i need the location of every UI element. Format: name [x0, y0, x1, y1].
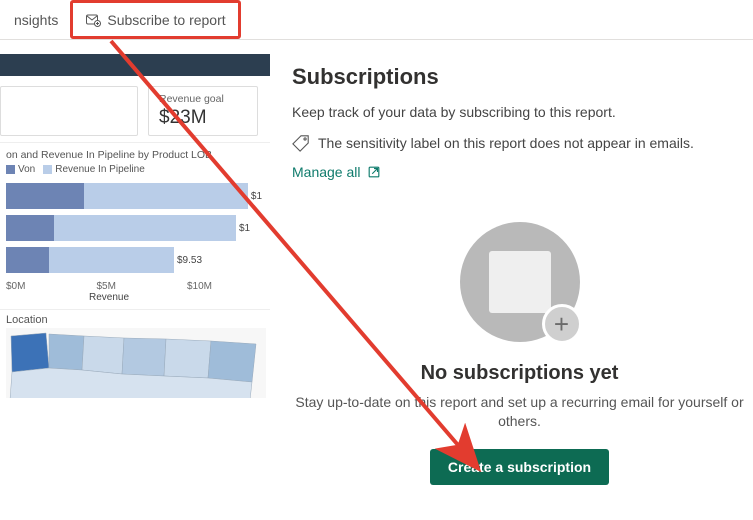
empty-state: + No subscriptions yet Stay up-to-date o…: [292, 222, 747, 485]
bar-seg-pipeline: [49, 247, 174, 273]
report-preview: Revenue goal $23M on and Revenue In Pipe…: [0, 40, 270, 520]
bar-seg-won: [6, 247, 49, 273]
bar-rows: $1 $1 $9.53: [6, 183, 262, 273]
bar-value-label: $1: [251, 191, 262, 202]
panel-description: Keep track of your data by subscribing t…: [292, 104, 747, 120]
axis-tick: $5M: [96, 281, 115, 292]
legend-swatch-pipeline: [43, 165, 52, 174]
legend-pipeline: Revenue In Pipeline: [55, 164, 145, 175]
sensitivity-text: The sensitivity label on this report doe…: [318, 135, 694, 151]
empty-square: [489, 251, 551, 313]
sensitivity-notice: The sensitivity label on this report doe…: [292, 134, 747, 152]
kpi-card-revenue-goal: Revenue goal $23M: [148, 86, 258, 136]
bar-seg-won: [6, 183, 84, 209]
bar-chart-title: on and Revenue In Pipeline by Product LO…: [6, 149, 262, 161]
axis-tick: $0M: [6, 281, 25, 292]
empty-illustration: +: [460, 222, 580, 342]
manage-all-link[interactable]: Manage all: [292, 164, 381, 180]
subscribe-icon: [85, 12, 101, 28]
tag-icon: [292, 134, 310, 152]
map-svg: [6, 328, 266, 398]
bar-value-label: $9.53: [177, 255, 202, 266]
map-title: Location: [6, 314, 270, 326]
kpi-row: Revenue goal $23M: [0, 76, 270, 142]
report-header-bar: [0, 54, 270, 76]
subscribe-button[interactable]: Subscribe to report: [70, 0, 240, 39]
x-axis-ticks: $0M $5M $10M: [6, 279, 262, 292]
empty-title: No subscriptions yet: [292, 362, 747, 385]
insights-tab[interactable]: nsights: [2, 0, 70, 39]
bar-seg-pipeline: [84, 183, 248, 209]
manage-all-label: Manage all: [292, 164, 361, 180]
legend-won: Von: [18, 164, 35, 175]
toolbar: nsights Subscribe to report: [0, 0, 753, 40]
panel-title: Subscriptions: [292, 64, 747, 90]
bar-seg-won: [6, 215, 54, 241]
plus-icon: +: [542, 304, 582, 344]
bar-value-label: $1: [239, 223, 250, 234]
legend-swatch-won: [6, 165, 15, 174]
subscribe-label: Subscribe to report: [107, 12, 225, 28]
kpi-label: Revenue goal: [159, 93, 247, 105]
subscriptions-panel: Subscriptions Keep track of your data by…: [270, 40, 753, 520]
bar-seg-pipeline: [54, 215, 236, 241]
empty-description: Stay up-to-date on this report and set u…: [292, 393, 747, 431]
kpi-value: $23M: [159, 107, 247, 129]
kpi-card-blank: [0, 86, 138, 136]
map-chart: Location: [0, 309, 270, 403]
create-subscription-button[interactable]: Create a subscription: [430, 449, 609, 485]
bar-chart: on and Revenue In Pipeline by Product LO…: [0, 142, 270, 303]
bar-row: $9.53: [6, 247, 262, 273]
insights-label: nsights: [14, 12, 58, 28]
bar-chart-legend: Von Revenue In Pipeline: [6, 164, 262, 175]
open-external-icon: [367, 165, 381, 179]
bar-row: $1: [6, 183, 262, 209]
bar-row: $1: [6, 215, 262, 241]
x-axis-label: Revenue: [6, 292, 262, 303]
axis-tick: $10M: [187, 281, 212, 292]
